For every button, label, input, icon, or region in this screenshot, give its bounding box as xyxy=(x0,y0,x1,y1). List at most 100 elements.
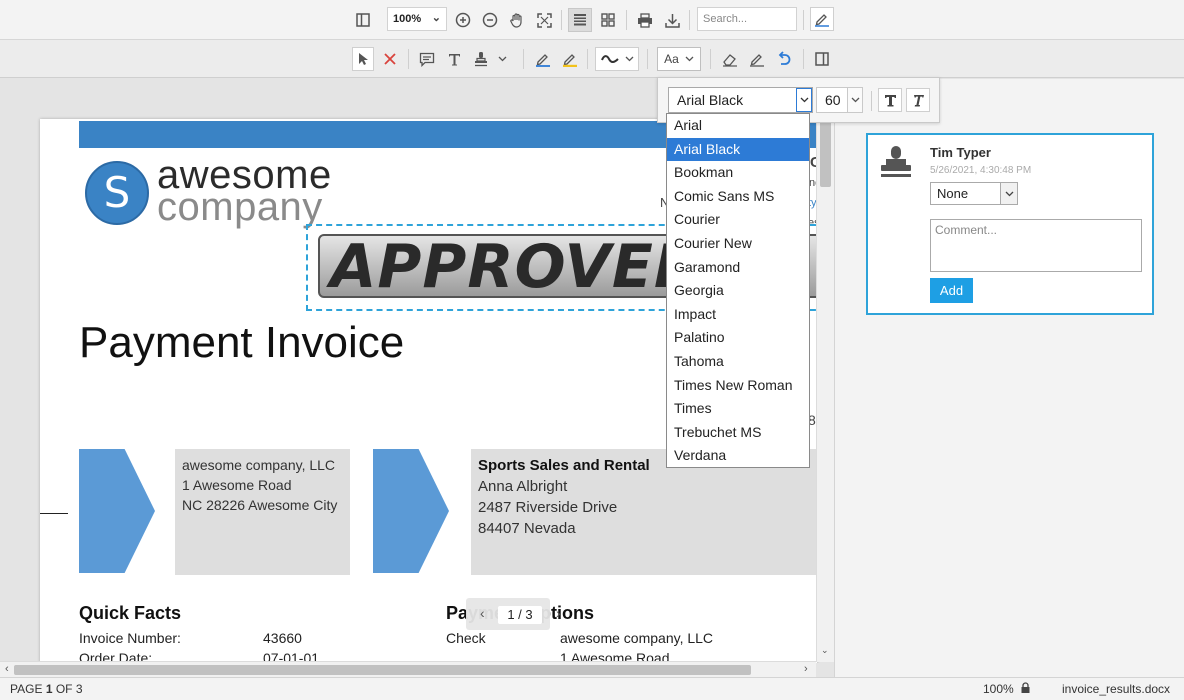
font-option-selected[interactable]: Arial Black xyxy=(667,137,809,162)
font-option[interactable]: Garamond xyxy=(667,256,809,280)
line-style-select[interactable] xyxy=(595,47,639,71)
delete-annotation-icon[interactable] xyxy=(380,49,400,69)
toolbar-divider xyxy=(523,49,524,69)
check-value: awesome company, LLC xyxy=(560,630,714,646)
company-logo-mark: S xyxy=(85,161,149,225)
recipient-line: 84407 Nevada xyxy=(478,520,576,537)
status-value: None xyxy=(937,186,969,201)
font-option[interactable]: Verdana xyxy=(667,444,809,468)
download-icon[interactable] xyxy=(662,10,682,30)
vertical-scrollbar[interactable]: ⌄ xyxy=(816,79,834,662)
invoice-number-label: Invoice Number: xyxy=(79,630,181,646)
zoom-level: 100% xyxy=(983,682,1014,696)
fullscreen-icon[interactable] xyxy=(534,10,554,30)
page-navigator: ‹ 1 / 3 › xyxy=(466,598,561,630)
zoom-in-icon[interactable] xyxy=(453,10,473,30)
sender-line: 1 Awesome Road xyxy=(182,477,292,493)
font-option[interactable]: Bookman xyxy=(667,161,809,185)
toolbar-divider xyxy=(626,10,627,30)
horizontal-scrollbar[interactable]: ‹ › xyxy=(0,661,816,677)
page-current: 1 xyxy=(45,682,53,696)
pan-hand-icon[interactable] xyxy=(507,10,527,30)
stamp-icon xyxy=(878,145,914,182)
toolbar-divider xyxy=(647,49,648,69)
italic-text-icon[interactable] xyxy=(906,88,930,112)
chevron-down-icon xyxy=(625,56,633,62)
font-option[interactable]: Courier xyxy=(667,208,809,232)
annotate-icon[interactable] xyxy=(810,7,834,31)
toolbar-divider xyxy=(561,10,562,30)
prev-page-icon[interactable]: ‹ xyxy=(480,605,485,621)
main-toolbar: 100% ⌄ Search... xyxy=(0,0,1184,40)
bold-text-icon[interactable] xyxy=(878,88,902,112)
font-option[interactable]: Times xyxy=(667,397,809,421)
select-arrow-icon[interactable] xyxy=(352,47,374,71)
zoom-out-icon[interactable] xyxy=(480,10,500,30)
font-option[interactable]: Tahoma xyxy=(667,350,809,374)
print-icon[interactable] xyxy=(635,10,655,30)
font-option[interactable]: Arial xyxy=(667,114,809,138)
font-option[interactable]: Trebuchet MS xyxy=(667,421,809,445)
sender-line: awesome company, LLC xyxy=(182,457,336,473)
search-input[interactable]: Search... xyxy=(697,7,797,31)
toolbar-divider xyxy=(803,49,804,69)
comment-timestamp: 5/26/2021, 4:30:48 PM xyxy=(930,165,1032,176)
invoice-number-value: 43660 xyxy=(263,630,302,646)
comment-icon[interactable] xyxy=(417,49,437,69)
undo-icon[interactable] xyxy=(774,49,794,69)
font-size-value: 60 xyxy=(825,92,841,108)
scroll-down-icon[interactable]: ⌄ xyxy=(821,645,829,656)
stamp-tool-icon[interactable] xyxy=(471,49,491,69)
eraser-icon[interactable] xyxy=(720,49,740,69)
check-label: Check xyxy=(446,630,486,646)
single-page-view-icon[interactable] xyxy=(568,8,592,32)
font-style-button[interactable]: Aa xyxy=(657,47,701,71)
comment-card[interactable]: Tim Typer 5/26/2021, 4:30:48 PM None Com… xyxy=(866,133,1154,315)
logo-text-line2: company xyxy=(157,185,323,229)
multi-page-view-icon[interactable] xyxy=(598,10,618,30)
page-total: OF 3 xyxy=(55,682,83,696)
highlighter-icon[interactable] xyxy=(560,49,580,69)
scroll-right-icon[interactable]: › xyxy=(804,663,808,675)
status-bar: PAGE 1 OF 3 100% invoice_results.docx xyxy=(0,677,1184,700)
panel-toggle-icon[interactable] xyxy=(812,49,832,69)
search-placeholder: Search... xyxy=(703,13,748,25)
font-option[interactable]: Palatino xyxy=(667,326,809,350)
font-family-dropdown-list: Arial Arial Black Bookman Comic Sans MS … xyxy=(666,113,810,468)
next-page-icon[interactable]: › xyxy=(556,605,561,621)
font-option[interactable]: Impact xyxy=(667,303,809,327)
font-family-select[interactable]: Arial Black xyxy=(668,87,813,113)
text-tool-icon[interactable] xyxy=(444,49,464,69)
sender-address-block: awesome company, LLC 1 Awesome Road NC 2… xyxy=(175,449,350,575)
toolbar-divider xyxy=(803,10,804,30)
page-counter[interactable]: 1 / 3 xyxy=(498,606,542,624)
page-title: Payment Invoice xyxy=(79,318,405,367)
comments-panel: Tim Typer 5/26/2021, 4:30:48 PM None Com… xyxy=(834,79,1184,677)
font-option[interactable]: Comic Sans MS xyxy=(667,185,809,209)
font-size-select[interactable]: 60 xyxy=(816,87,863,113)
page-prefix: PAGE xyxy=(10,682,43,696)
toolbar-divider xyxy=(710,49,711,69)
chevron-down-icon xyxy=(796,88,812,112)
recipient-line: Anna Albright xyxy=(478,478,568,495)
lock-icon xyxy=(1021,682,1030,696)
add-comment-button[interactable]: Add xyxy=(930,278,973,303)
scroll-left-icon[interactable]: ‹ xyxy=(5,663,9,675)
font-option[interactable]: Courier New xyxy=(667,232,809,256)
comment-status-select[interactable]: None xyxy=(930,182,1018,205)
divider-line xyxy=(40,513,68,514)
chevron-down-icon xyxy=(847,88,862,112)
font-option[interactable]: Georgia xyxy=(667,279,809,303)
sidebar-toggle-icon[interactable] xyxy=(353,10,373,30)
comment-textarea[interactable]: Comment... xyxy=(930,219,1142,272)
clear-pen-icon[interactable] xyxy=(747,49,767,69)
horizontal-scroll-thumb[interactable] xyxy=(14,665,751,675)
zoom-select[interactable]: 100% ⌄ xyxy=(387,7,447,31)
font-family-value: Arial Black xyxy=(677,92,744,108)
sender-line: NC 28226 Awesome City xyxy=(182,497,338,513)
toolbar-divider xyxy=(587,49,588,69)
chevron-down-icon[interactable] xyxy=(495,49,509,69)
font-option[interactable]: Times New Roman xyxy=(667,374,809,398)
page-indicator: PAGE 1 OF 3 xyxy=(10,682,83,696)
pen-icon[interactable] xyxy=(533,49,553,69)
